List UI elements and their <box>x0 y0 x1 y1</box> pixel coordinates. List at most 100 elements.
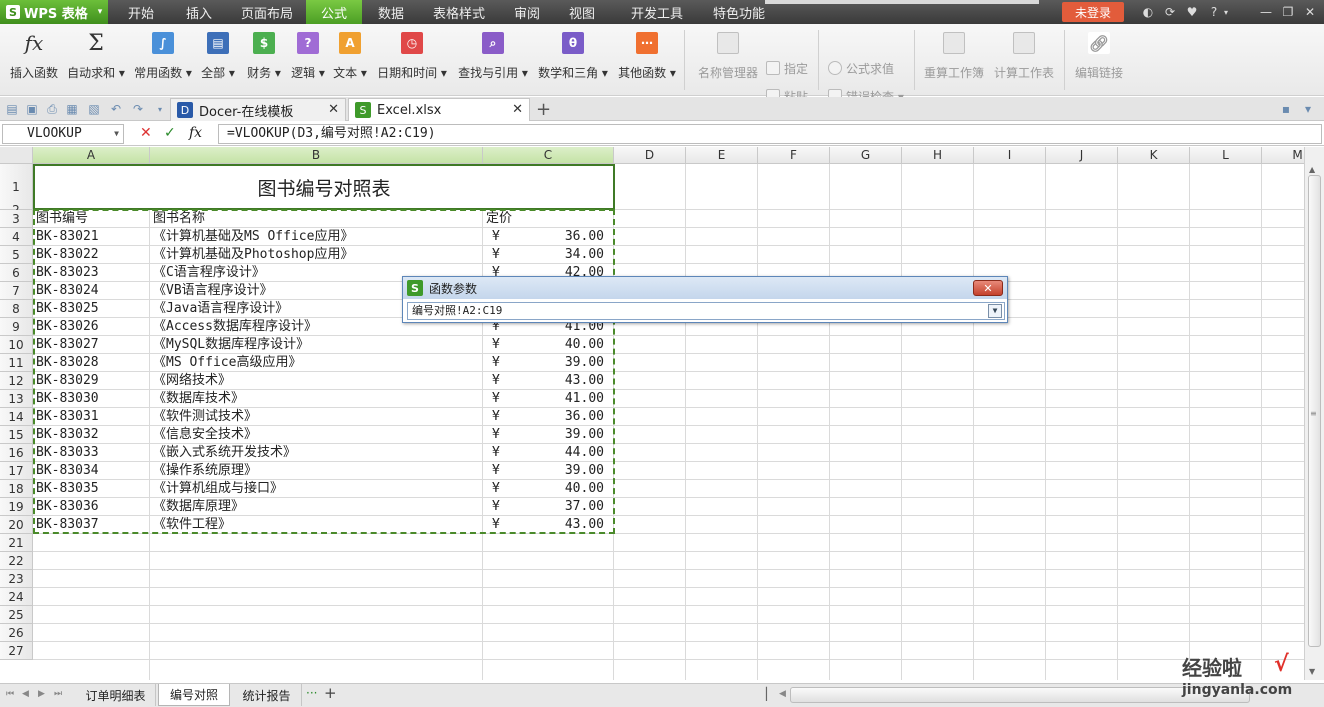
ribbon-button-3[interactable]: ▤ 全部 ▾ <box>198 32 238 88</box>
tab-splitter-icon[interactable]: ▏ <box>766 687 775 701</box>
book-id-cell[interactable]: BK-83030 <box>34 390 150 407</box>
column-header[interactable]: E <box>686 147 758 164</box>
chevron-down-icon[interactable]: ▼ <box>114 125 119 143</box>
header-cell[interactable]: 定价 <box>484 210 612 227</box>
first-sheet-icon[interactable]: ⏮ <box>6 689 14 699</box>
book-id-cell[interactable]: BK-83033 <box>34 444 150 461</box>
row-header[interactable]: 17 <box>0 462 33 480</box>
ribbon-button-2[interactable]: ∫ 常用函数 ▾ <box>132 32 194 88</box>
book-name-cell[interactable]: 《计算机组成与接口》 <box>151 480 481 497</box>
book-name-cell[interactable]: 《数据库原理》 <box>151 498 481 515</box>
confirm-edit-icon[interactable]: ✓ <box>164 125 176 141</box>
new-tab-button[interactable]: + <box>536 99 551 120</box>
column-header[interactable]: M <box>1262 147 1304 164</box>
insert-function-icon[interactable]: fx <box>189 125 202 141</box>
save-icon[interactable]: ▣ <box>24 101 40 117</box>
add-sheet-button[interactable]: + <box>324 684 337 702</box>
name-box[interactable]: VLOOKUP ▼ <box>2 124 124 144</box>
book-id-cell[interactable]: BK-83028 <box>34 354 150 371</box>
book-name-cell[interactable]: 《MySQL数据库程序设计》 <box>151 336 481 353</box>
book-name-cell[interactable]: 《信息安全技术》 <box>151 426 481 443</box>
header-cell[interactable]: 图书名称 <box>151 210 481 227</box>
menu-tab-5[interactable]: 表格样式 <box>420 0 498 24</box>
row-header[interactable]: 14 <box>0 408 33 426</box>
more-sheets-icon[interactable]: ··· <box>306 686 317 700</box>
currency-symbol[interactable]: ¥ <box>490 246 510 263</box>
login-button[interactable]: 未登录 <box>1062 2 1124 22</box>
menu-search-box[interactable] <box>765 0 1039 4</box>
row-header[interactable]: 27 <box>0 642 33 660</box>
column-header[interactable]: H <box>902 147 974 164</box>
scroll-down-icon[interactable]: ▼ <box>1309 667 1315 676</box>
book-id-cell[interactable]: BK-83022 <box>34 246 150 263</box>
menu-tab-1[interactable]: 插入 <box>170 0 228 24</box>
minimize-icon[interactable]: — <box>1258 4 1274 20</box>
book-name-cell[interactable]: 《计算机基础及MS Office应用》 <box>151 228 481 245</box>
column-header[interactable]: B <box>150 147 483 164</box>
book-id-cell[interactable]: BK-83037 <box>34 516 150 533</box>
row-header[interactable]: 23 <box>0 570 33 588</box>
currency-symbol[interactable]: ¥ <box>490 354 510 371</box>
book-name-cell[interactable]: 《软件测试技术》 <box>151 408 481 425</box>
column-header[interactable]: L <box>1190 147 1262 164</box>
row-header[interactable]: 6 <box>0 264 33 282</box>
price-cell[interactable]: 37.00 <box>520 498 614 515</box>
row-header[interactable]: 18 <box>0 480 33 498</box>
currency-symbol[interactable]: ¥ <box>490 498 510 515</box>
column-header[interactable]: A <box>33 147 150 164</box>
column-header[interactable]: J <box>1046 147 1118 164</box>
menu-tab-4[interactable]: 数据 <box>362 0 420 24</box>
menu-tab-8[interactable]: 开发工具 <box>608 0 706 24</box>
row-header[interactable]: 4 <box>0 228 33 246</box>
book-id-cell[interactable]: BK-83032 <box>34 426 150 443</box>
book-id-cell[interactable]: BK-83021 <box>34 228 150 245</box>
column-header[interactable]: F <box>758 147 830 164</box>
price-cell[interactable]: 41.00 <box>520 390 614 407</box>
formula-input[interactable]: =VLOOKUP(D3,编号对照!A2:C19) <box>218 124 1322 144</box>
print-icon[interactable]: ⎙ <box>44 101 60 117</box>
scroll-up-icon[interactable]: ▲ <box>1309 165 1315 174</box>
ribbon-button-7[interactable]: ◷ 日期和时间 ▾ <box>374 32 450 88</box>
last-sheet-icon[interactable]: ⏭ <box>54 689 62 699</box>
book-id-cell[interactable]: BK-83034 <box>34 462 150 479</box>
price-cell[interactable]: 40.00 <box>520 336 614 353</box>
undo-icon[interactable]: ↶ <box>108 101 124 117</box>
ribbon-button-6[interactable]: A 文本 ▾ <box>330 32 370 88</box>
book-name-cell[interactable]: 《嵌入式系统开发技术》 <box>151 444 481 461</box>
sheet-title-cell[interactable]: 图书编号对照表 <box>34 165 614 209</box>
specify-button[interactable]: 指定 <box>766 59 808 77</box>
row-header[interactable]: 22 <box>0 552 33 570</box>
price-cell[interactable]: 39.00 <box>520 462 614 479</box>
currency-symbol[interactable]: ¥ <box>490 462 510 479</box>
ribbon-button-10[interactable]: ⋯ 其他函数 ▾ <box>616 32 678 88</box>
price-cell[interactable]: 43.00 <box>520 516 614 533</box>
column-header[interactable]: D <box>614 147 686 164</box>
row-header[interactable]: 3 <box>0 210 33 228</box>
book-id-cell[interactable]: BK-83023 <box>34 264 150 281</box>
book-id-cell[interactable]: BK-83027 <box>34 336 150 353</box>
currency-symbol[interactable]: ¥ <box>490 516 510 533</box>
row-header[interactable]: 21 <box>0 534 33 552</box>
column-header[interactable]: G <box>830 147 902 164</box>
book-id-cell[interactable]: BK-83029 <box>34 372 150 389</box>
row-header[interactable]: 16 <box>0 444 33 462</box>
ribbon-button-9[interactable]: θ 数学和三角 ▾ <box>536 32 610 88</box>
row-header[interactable]: 11 <box>0 354 33 372</box>
menu-tab-6[interactable]: 审阅 <box>498 0 556 24</box>
close-icon[interactable]: ✕ <box>1302 4 1318 20</box>
spreadsheet-grid[interactable]: ABCDEFGHIJKLM123456789101112131415161718… <box>0 147 1304 680</box>
price-cell[interactable]: 44.00 <box>520 444 614 461</box>
price-cell[interactable]: 40.00 <box>520 480 614 497</box>
column-header[interactable]: I <box>974 147 1046 164</box>
book-id-cell[interactable]: BK-83026 <box>34 318 150 335</box>
currency-symbol[interactable]: ¥ <box>490 426 510 443</box>
feedback-icon[interactable]: ♥ <box>1184 4 1200 20</box>
row-header[interactable]: 24 <box>0 588 33 606</box>
window-layout-icon[interactable]: ▪ <box>1278 101 1294 117</box>
recalc-workbook-button[interactable]: 重算工作簿 <box>922 32 986 88</box>
ribbon-button-8[interactable]: ⌕ 查找与引用 ▾ <box>456 32 530 88</box>
price-cell[interactable]: 39.00 <box>520 354 614 371</box>
row-header[interactable]: 26 <box>0 624 33 642</box>
menu-tab-3[interactable]: 公式 <box>306 0 362 24</box>
book-id-cell[interactable]: BK-83024 <box>34 282 150 299</box>
